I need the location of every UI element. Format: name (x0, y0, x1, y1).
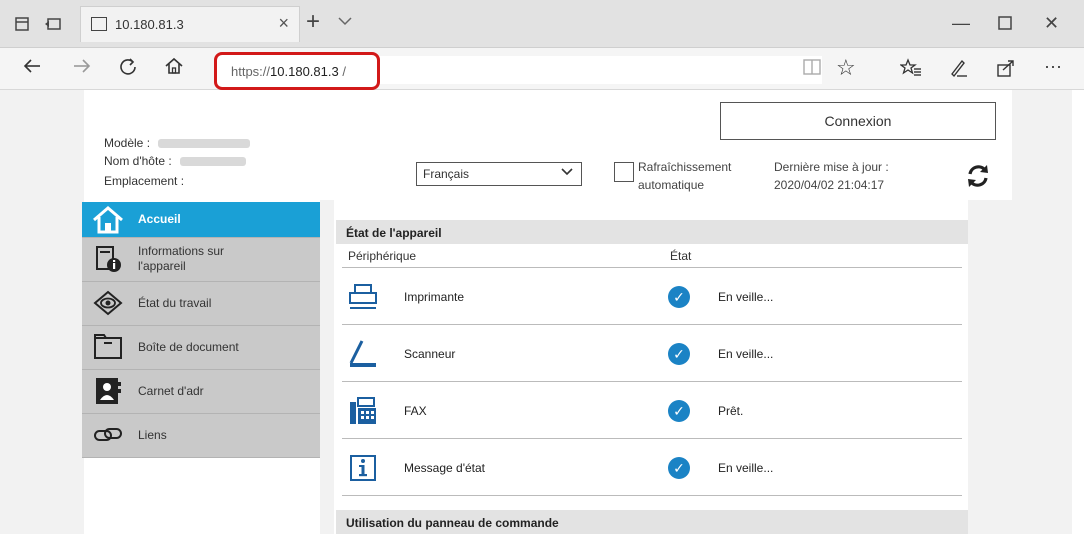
minimize-icon[interactable]: — (952, 13, 970, 34)
col-device: Périphérique (348, 249, 417, 263)
device-name: Scanneur (404, 347, 456, 361)
url-input[interactable]: https://10.180.81.3 / (214, 52, 380, 90)
auto-refresh-label-line1: Rafraîchissement (638, 160, 732, 174)
folder-icon (92, 332, 124, 362)
browser-tab-bar: 10.180.81.3 × + — ✕ (0, 0, 1084, 48)
new-tab-icon[interactable]: + (306, 8, 320, 36)
content-shade-right (968, 200, 1012, 534)
close-window-icon[interactable]: ✕ (1044, 13, 1059, 34)
printer-icon (348, 282, 378, 312)
device-name: Imprimante (404, 290, 465, 304)
reload-status-icon[interactable] (964, 162, 992, 190)
device-name: Message d'état (404, 461, 486, 475)
location-label: Emplacement : (104, 174, 185, 188)
fax-icon (348, 396, 378, 426)
device-state: En veille... (718, 290, 774, 304)
tab-title: 10.180.81.3 (115, 17, 184, 32)
login-button[interactable]: Connexion (720, 102, 996, 140)
device-status-title: État de l'appareil (336, 220, 968, 244)
url-text: https://10.180.81.3 / (231, 64, 346, 79)
auto-refresh-label: Rafraîchissement automatique (638, 158, 731, 194)
table-row: Message d'état ✓ En veille... (342, 439, 962, 496)
sidebar-item-label: Boîte de document (138, 340, 239, 354)
device-state: En veille... (718, 461, 774, 475)
address-bar: https://10.180.81.3 / ☆ ··· (0, 48, 1084, 90)
scanner-icon (348, 339, 378, 369)
control-panel-usage-title: Utilisation du panneau de commande (336, 510, 968, 534)
maximize-icon[interactable] (998, 13, 1012, 35)
table-row: FAX ✓ Prêt. (342, 382, 962, 439)
sidebar-item-label: Liens (138, 428, 167, 442)
tab-list-chevron-icon[interactable] (338, 14, 352, 29)
address-book-icon (92, 376, 124, 406)
check-icon: ✓ (668, 286, 690, 308)
sidebar-item-label: État du travail (138, 296, 212, 310)
content-shade (320, 200, 334, 534)
page-gutter-right (1012, 90, 1072, 534)
model-value-redacted (158, 139, 251, 149)
sidebar-item-label-line2: l'appareil (138, 259, 186, 273)
more-menu-icon[interactable]: ··· (1044, 56, 1062, 77)
last-update-value: 2020/04/02 21:04:17 (774, 178, 885, 192)
device-info-icon (92, 244, 124, 274)
sidebar-item-document-box[interactable]: Boîte de document (82, 326, 320, 370)
close-tab-icon[interactable]: × (278, 13, 289, 34)
model-row: Modèle : (104, 136, 251, 150)
device-web-page: Modèle : Nom d'hôte : Emplacement : Conn… (0, 90, 1084, 534)
pen-notes-icon[interactable] (948, 58, 968, 83)
device-status-header-row: Périphérique État (342, 244, 962, 268)
favorites-hub-icon[interactable] (899, 58, 922, 83)
location-row: Emplacement : (104, 174, 184, 188)
sidebar-item-label: Carnet d'adr (138, 384, 204, 398)
auto-refresh-label-line2: automatique (638, 178, 705, 192)
table-row: Scanneur ✓ En veille... (342, 325, 962, 382)
check-icon: ✓ (668, 457, 690, 479)
model-label: Modèle : (104, 136, 151, 150)
check-icon: ✓ (668, 343, 690, 365)
home-browser-icon[interactable] (164, 56, 184, 82)
tab-active[interactable]: 10.180.81.3 × (80, 6, 300, 42)
sidebar-item-links[interactable]: Liens (82, 414, 320, 458)
language-select[interactable]: Français (416, 162, 582, 186)
page-gutter-left (0, 90, 84, 534)
last-update-label: Dernière mise à jour : (774, 160, 889, 174)
eye-icon (92, 288, 124, 318)
sidebar-item-accueil[interactable]: Accueil (82, 202, 320, 238)
set-aside-tabs-icon[interactable] (44, 16, 62, 36)
page-icon (91, 17, 107, 31)
sidebar-item-job-status[interactable]: État du travail (82, 282, 320, 326)
table-row: Imprimante ✓ En veille... (342, 268, 962, 325)
tab-actions-icon[interactable] (14, 16, 30, 36)
sidebar-item-address-book[interactable]: Carnet d'adr (82, 370, 320, 414)
sidebar-nav: Accueil Informations sur l'appareil État… (82, 202, 320, 458)
home-icon (92, 205, 124, 235)
device-state: Prêt. (718, 404, 744, 418)
chevron-down-icon (561, 165, 573, 179)
link-icon (92, 420, 124, 450)
col-state: État (670, 249, 692, 263)
hostname-row: Nom d'hôte : (104, 154, 246, 168)
info-icon (348, 453, 378, 483)
device-name: FAX (404, 404, 427, 418)
back-icon[interactable] (22, 56, 42, 82)
language-selected: Français (423, 167, 470, 181)
refresh-icon[interactable] (118, 56, 138, 82)
reading-view-icon[interactable] (802, 58, 822, 81)
sidebar-item-label: Accueil (138, 212, 181, 226)
url-field-rest[interactable] (378, 56, 822, 84)
device-state: En veille... (718, 347, 774, 361)
check-icon: ✓ (668, 400, 690, 422)
sidebar-item-label-line1: Informations sur (138, 244, 225, 258)
hostname-value-redacted (179, 157, 246, 167)
auto-refresh-checkbox[interactable] (614, 162, 634, 182)
favorite-star-icon[interactable]: ☆ (836, 55, 856, 81)
hostname-label: Nom d'hôte : (104, 154, 172, 168)
share-icon[interactable] (996, 58, 1016, 83)
last-update: Dernière mise à jour : 2020/04/02 21:04:… (774, 158, 889, 194)
sidebar-item-device-info[interactable]: Informations sur l'appareil (82, 238, 320, 282)
device-status-panel: État de l'appareil Périphérique État Imp… (336, 220, 968, 496)
sidebar-item-label: Informations sur l'appareil (138, 244, 224, 274)
forward-icon[interactable] (72, 56, 92, 82)
